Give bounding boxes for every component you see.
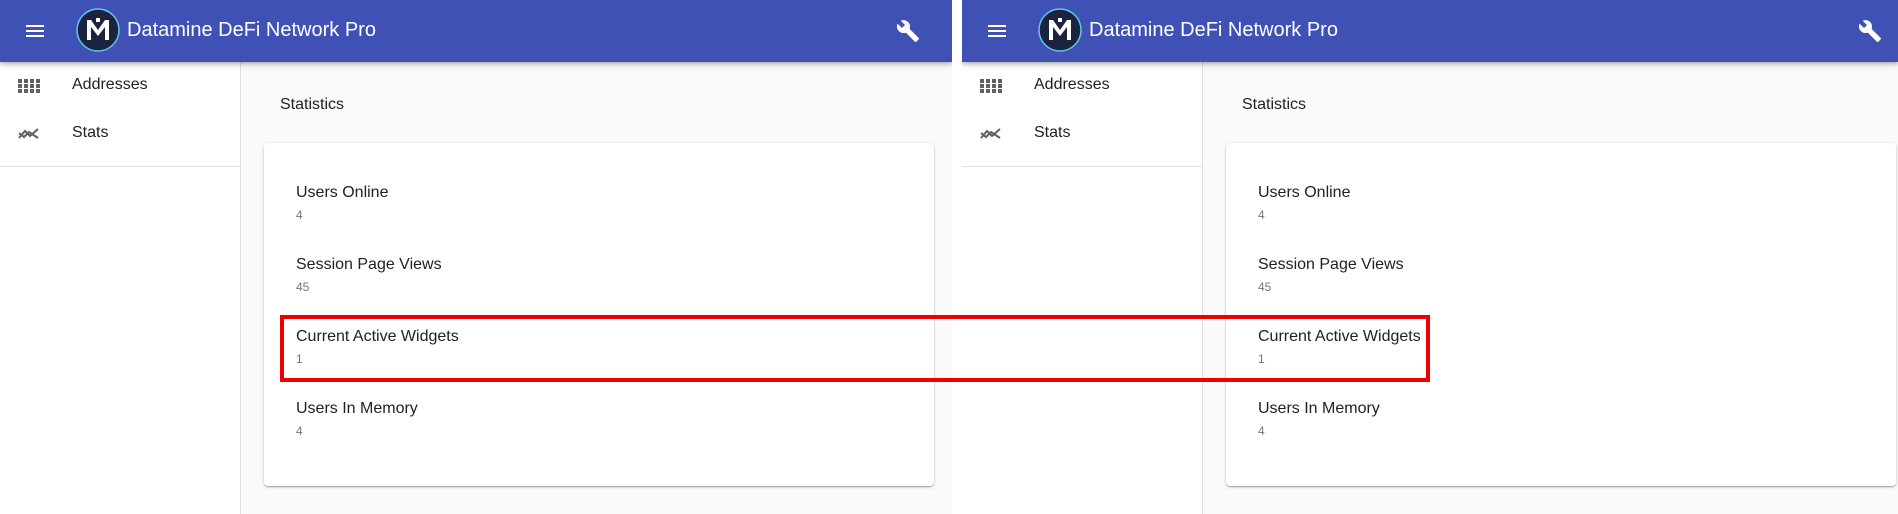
menu-icon-bar [988,30,1006,32]
sidebar-item-stats[interactable]: Stats [0,110,240,158]
stat-value: 4 [296,424,303,438]
stat-value: 1 [296,352,303,366]
stat-label: Current Active Widgets [1258,328,1421,345]
menu-icon-bar [26,25,44,27]
app-title: Datamine DeFi Network Pro [1089,19,1338,41]
statistics-card: Users Online 4 Session Page Views 45 Cur… [264,143,934,486]
grid-icon [980,79,1002,93]
sidebar: Addresses Stats [962,62,1203,514]
right-pane: Datamine DeFi Network Pro Addresses Stat… [962,0,1898,514]
menu-button[interactable] [22,19,48,43]
app-bar: Datamine DeFi Network Pro [0,0,952,62]
sidebar-item-addresses[interactable]: Addresses [962,62,1202,110]
stat-label: Users Online [1258,184,1351,201]
stat-item-users-online: Users Online 4 [296,183,896,233]
stat-value: 4 [1258,424,1265,438]
screenshot-root: Datamine DeFi Network Pro Addresses Stat… [0,0,1898,514]
app-bar: Datamine DeFi Network Pro [962,0,1898,62]
stat-value: 1 [1258,352,1265,366]
stat-value: 45 [1258,280,1272,294]
sidebar-item-stats[interactable]: Stats [962,110,1202,158]
stat-label: Session Page Views [296,256,442,273]
statistics-card: Users Online 4 Session Page Views 45 Cur… [1226,143,1896,486]
page-title: Statistics [280,96,345,113]
stat-item-current-active-widgets: Current Active Widgets 1 [296,327,896,377]
sidebar-divider [0,166,240,167]
stat-value: 45 [296,280,310,294]
stat-value: 4 [296,208,303,222]
trending-icon [18,128,39,139]
menu-icon-bar [26,30,44,32]
sidebar-item-label: Stats [72,124,109,141]
wrench-icon[interactable] [1858,19,1882,43]
menu-icon-bar [988,35,1006,37]
logo-icon[interactable] [76,8,120,52]
stat-value: 4 [1258,208,1265,222]
stat-label: Current Active Widgets [296,328,459,345]
trending-icon [980,128,1001,139]
grid-icon [18,79,40,93]
page-title: Statistics [1242,96,1307,113]
stat-label: Users Online [296,184,389,201]
wrench-icon[interactable] [896,19,920,43]
sidebar-item-label: Stats [1034,124,1071,141]
sidebar: Addresses Stats [0,62,241,514]
stat-item-users-in-memory: Users In Memory 4 [1258,399,1858,449]
sidebar-item-label: Addresses [1034,76,1110,93]
stat-item-current-active-widgets: Current Active Widgets 1 [1258,327,1858,377]
menu-icon-bar [26,35,44,37]
sidebar-item-label: Addresses [72,76,148,93]
left-pane: Datamine DeFi Network Pro Addresses Stat… [0,0,952,514]
menu-button[interactable] [984,19,1010,43]
stat-item-users-in-memory: Users In Memory 4 [296,399,896,449]
menu-icon-bar [988,25,1006,27]
stat-label: Users In Memory [1258,400,1380,417]
stat-label: Users In Memory [296,400,418,417]
pane-separator [952,0,962,514]
sidebar-item-addresses[interactable]: Addresses [0,62,240,110]
stat-item-session-page-views: Session Page Views 45 [296,255,896,305]
stat-label: Session Page Views [1258,256,1404,273]
app-title: Datamine DeFi Network Pro [127,19,376,41]
logo-icon[interactable] [1038,8,1082,52]
stat-item-session-page-views: Session Page Views 45 [1258,255,1858,305]
sidebar-divider [962,166,1202,167]
stat-item-users-online: Users Online 4 [1258,183,1858,233]
